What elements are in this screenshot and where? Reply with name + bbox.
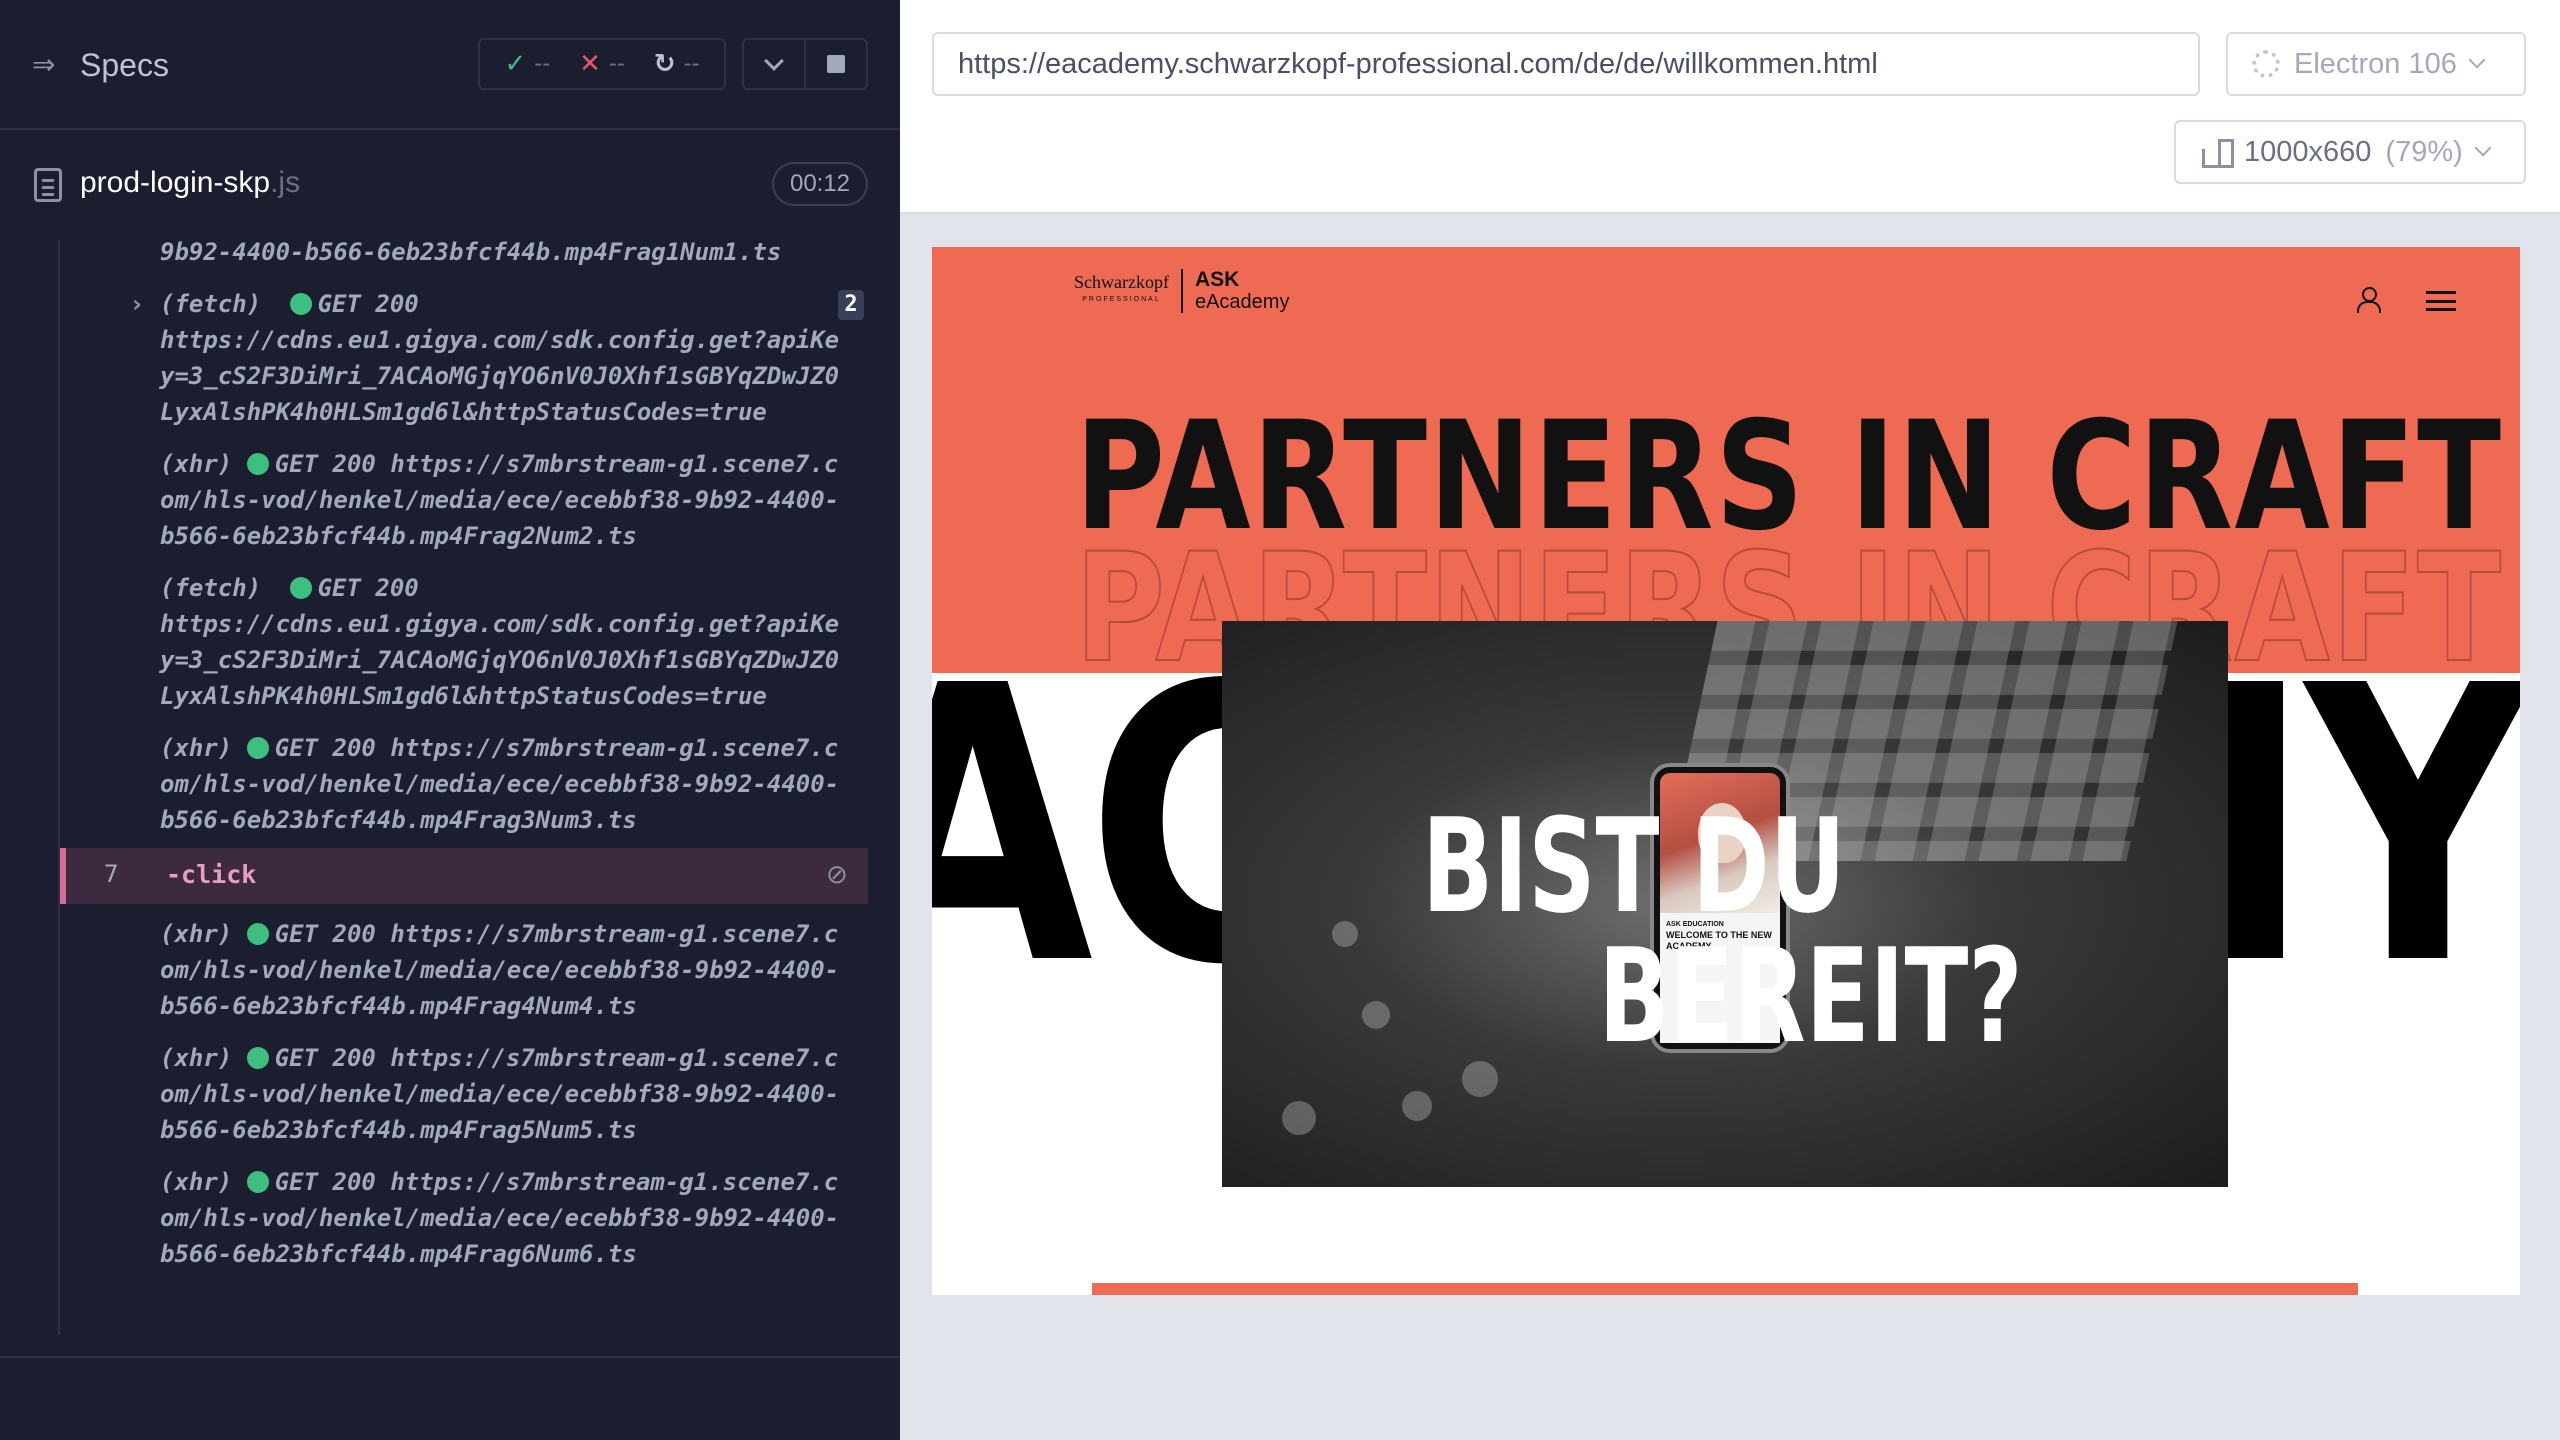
aut-iframe[interactable]: ACADEMY Schwarzkopf PROFESSIONAL ASK eAc…: [932, 247, 2520, 1295]
spinner-icon: ↻: [653, 49, 676, 79]
spec-file-ext: .js: [270, 166, 301, 199]
site-logo[interactable]: Schwarzkopf PROFESSIONAL ASK eAcademy: [1074, 269, 1289, 313]
passed-stat: ✓ --: [504, 49, 550, 79]
passed-count: --: [534, 50, 551, 77]
user-icon[interactable]: [2356, 287, 2381, 313]
logo-divider: [1180, 269, 1183, 313]
command-url: https://cdns.eu1.gigya.com/sdk.config.ge…: [160, 610, 840, 710]
status-dot: [246, 1047, 269, 1069]
command-xhr[interactable]: (xhr) GET 200 https://s7mbrstream-g1.sce…: [60, 1164, 868, 1272]
pending-count: --: [683, 50, 700, 77]
run-controls: [742, 38, 868, 90]
document-icon: [34, 168, 62, 202]
command-fetch[interactable]: (fetch) GET 200 https://cdns.eu1.gigya.c…: [60, 570, 868, 714]
command-url: 9b92-4400-b566-6eb23bfcf44b.mp4Frag1Num1…: [160, 240, 782, 266]
ruler-icon: [2200, 137, 2234, 168]
pending-stat: ↻ --: [654, 49, 700, 79]
command-list: 9b92-4400-b566-6eb23bfcf44b.mp4Frag1Num1…: [58, 240, 868, 1335]
chevron-down-icon: [764, 51, 784, 71]
logo-brand-sub: PROFESSIONAL: [1082, 296, 1161, 303]
command-method: (xhr): [160, 450, 233, 478]
command-partial[interactable]: 9b92-4400-b566-6eb23bfcf44b.mp4Frag1Num1…: [60, 240, 868, 270]
command-status: GET 200: [274, 450, 376, 478]
status-dot: [289, 293, 312, 315]
chevron-down-icon: [2468, 51, 2486, 69]
status-dot: [246, 737, 269, 759]
command-xhr[interactable]: (xhr) GET 200 https://s7mbrstream-g1.sce…: [60, 730, 868, 838]
collapse-button[interactable]: [744, 40, 804, 88]
command-method: (xhr): [160, 1168, 233, 1196]
video-line-2: BEREIT?: [1598, 920, 2023, 1072]
aut-header: https://eacademy.schwarzkopf-professiona…: [900, 0, 2560, 214]
video-line-1: BIST DU: [1422, 790, 1846, 942]
stop-icon: [827, 55, 845, 73]
hamburger-menu-icon[interactable]: [2426, 291, 2456, 311]
check-icon: ✓: [504, 49, 527, 79]
status-dot: [246, 923, 269, 945]
stop-button[interactable]: [804, 40, 866, 88]
video-bokeh: [1282, 1101, 1316, 1135]
command-xhr[interactable]: (xhr) GET 200 https://s7mbrstream-g1.sce…: [60, 916, 868, 1024]
command-xhr[interactable]: (xhr) GET 200 https://s7mbrstream-g1.sce…: [60, 446, 868, 554]
logo-brand-name: Schwarzkopf: [1074, 272, 1169, 292]
viewport-selector[interactable]: 1000x660 (79%): [2174, 120, 2526, 184]
command-status: GET 200: [317, 574, 419, 602]
command-log-reporter: ⇒ Specs ✓ -- ✕ -- ↻ -- prod-login-skp.js…: [0, 0, 900, 1440]
command-method: (xhr): [160, 1044, 233, 1072]
command-method: (fetch): [160, 574, 262, 602]
logo-eacademy: eAcademy: [1194, 291, 1290, 313]
browser-selector[interactable]: Electron 106: [2226, 32, 2526, 96]
specs-label: Specs: [80, 46, 169, 83]
reporter-header: ⇒ Specs ✓ -- ✕ -- ↻ --: [0, 0, 900, 130]
chevron-down-icon: [2474, 139, 2492, 157]
reporter-footer-divider: [0, 1356, 900, 1358]
test-stats: ✓ -- ✕ -- ↻ --: [478, 38, 726, 90]
command-status: GET 200: [274, 920, 376, 948]
failed-count: --: [608, 50, 625, 77]
section-accent-bar: [1092, 1283, 2358, 1295]
x-icon: ✕: [579, 49, 601, 79]
video-bokeh: [1362, 1001, 1390, 1029]
logo-ask-title: ASK: [1194, 268, 1240, 291]
hero-video[interactable]: ASK EDUCATION WELCOME TO THE NEW ACADEMY…: [1222, 621, 2228, 1187]
electron-icon: [2252, 50, 2280, 78]
command-method: (xhr): [160, 734, 233, 762]
spec-file-basename: prod-login-skp: [80, 166, 271, 199]
command-fetch[interactable]: › (fetch) GET 200 https://cdns.eu1.gigya…: [60, 286, 868, 430]
video-bokeh: [1402, 1091, 1432, 1121]
command-method: (xhr): [160, 920, 233, 948]
command-status: GET 200: [317, 290, 419, 318]
spec-file-row[interactable]: prod-login-skp.js 00:12: [0, 150, 900, 220]
browser-label: Electron 106: [2294, 47, 2457, 80]
logo-ask: ASK eAcademy: [1194, 268, 1290, 314]
status-dot: [246, 453, 269, 475]
specs-toggle-icon: ⇒: [32, 48, 56, 81]
logo-brand: Schwarzkopf PROFESSIONAL: [1074, 273, 1169, 309]
command-number: 7: [104, 860, 119, 888]
failed-stat: ✕ --: [579, 49, 625, 79]
command-count-badge: 2: [838, 290, 864, 320]
video-bokeh: [1462, 1061, 1498, 1097]
command-url: https://cdns.eu1.gigya.com/sdk.config.ge…: [160, 326, 840, 426]
viewport-size: 1000x660: [2244, 135, 2372, 168]
command-status: GET 200: [274, 1168, 376, 1196]
status-dot: [289, 577, 312, 599]
chevron-right-icon[interactable]: ›: [132, 286, 142, 322]
command-status: GET 200: [274, 1044, 376, 1072]
spec-file-name: prod-login-skp.js: [80, 166, 300, 200]
command-click-highlighted[interactable]: 7 -click ⊘: [60, 848, 868, 904]
status-dot: [246, 1171, 269, 1193]
url-bar[interactable]: https://eacademy.schwarzkopf-professiona…: [932, 32, 2200, 96]
command-name: -click: [166, 860, 257, 889]
viewport-scale: (79%): [2385, 135, 2463, 168]
spec-duration: 00:12: [772, 162, 868, 206]
command-status: GET 200: [274, 734, 376, 762]
command-xhr[interactable]: (xhr) GET 200 https://s7mbrstream-g1.sce…: [60, 1040, 868, 1148]
eye-slash-icon: ⊘: [826, 860, 848, 890]
command-method: (fetch): [160, 290, 262, 318]
specs-toggle-button[interactable]: ⇒ Specs: [32, 45, 169, 85]
video-overlay-text: BIST DU BEREIT?: [1422, 790, 2023, 1072]
video-bokeh: [1332, 921, 1358, 947]
